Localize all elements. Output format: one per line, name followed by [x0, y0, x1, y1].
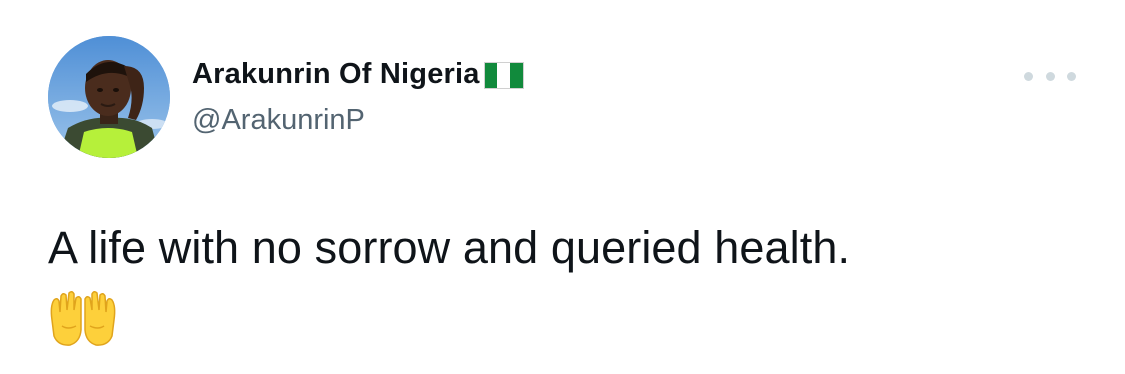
nigeria-flag-icon — [483, 61, 524, 89]
user-handle[interactable]: @ArakunrinP — [192, 104, 365, 137]
avatar-photo — [48, 36, 170, 158]
display-name[interactable]: Arakunrin Of Nigeria — [192, 58, 480, 91]
display-name-row: Arakunrin Of Nigeria — [192, 56, 524, 92]
ellipsis-icon — [1067, 71, 1076, 81]
palms-up-together-icon — [48, 290, 118, 348]
ellipsis-icon — [1045, 71, 1055, 81]
tweet-text: A life with no sorrow and queried health… — [48, 222, 851, 273]
ellipsis-icon — [1024, 71, 1033, 81]
avatar[interactable] — [48, 36, 170, 158]
tweet-card: Arakunrin Of Nigeria @ArakunrinP A life … — [0, 0, 1125, 374]
more-options-button[interactable] — [1024, 62, 1076, 90]
